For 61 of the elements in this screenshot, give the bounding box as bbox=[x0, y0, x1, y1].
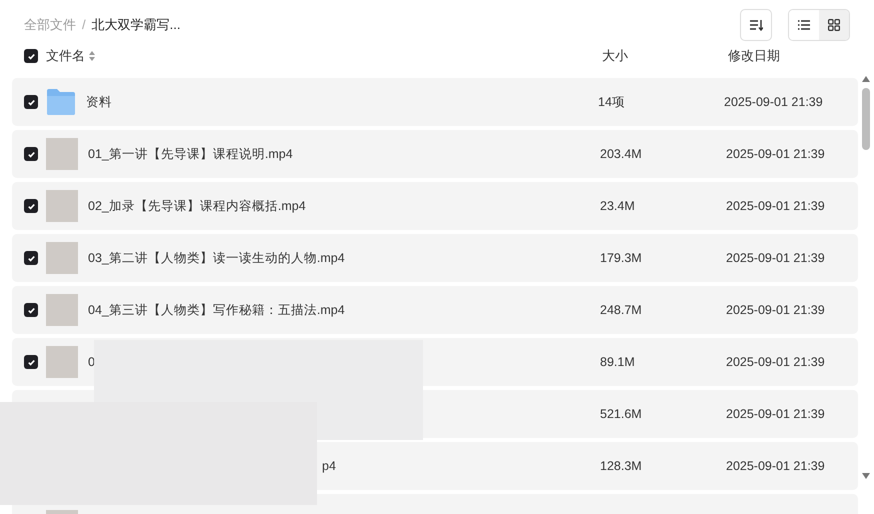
file-row[interactable]: 02_加录【先导课】课程内容概括.mp4 23.4M 2025-09-01 21:39 bbox=[12, 182, 858, 230]
modified-date: 2025-09-01 21:39 bbox=[726, 354, 825, 371]
photo-placeholder bbox=[46, 138, 78, 170]
check-icon bbox=[26, 98, 36, 106]
checkbox[interactable] bbox=[24, 95, 38, 109]
grid-icon bbox=[828, 19, 840, 31]
check-icon bbox=[26, 358, 36, 366]
photo-placeholder bbox=[46, 242, 78, 274]
list-icon bbox=[798, 20, 810, 30]
file-name: 04_第三讲【人物类】写作秘籍：五描法.mp4 bbox=[88, 302, 345, 317]
checkbox[interactable] bbox=[24, 199, 38, 213]
check-icon bbox=[26, 52, 36, 60]
file-name: 02_加录【先导课】课程内容概括.mp4 bbox=[88, 198, 306, 213]
check-icon bbox=[26, 306, 36, 314]
column-header[interactable]: 文件名 bbox=[46, 46, 85, 66]
sort-icon bbox=[89, 51, 95, 61]
sort-button[interactable] bbox=[740, 9, 772, 41]
file-size: 203.4M bbox=[600, 146, 642, 161]
file-name: p4 bbox=[322, 458, 336, 473]
file-size: 179.3M bbox=[600, 250, 642, 265]
sort-icon bbox=[749, 19, 763, 31]
modified-date: 2025-09-01 21:39 bbox=[724, 94, 823, 111]
modified-date: 2025-09-01 21:39 bbox=[726, 302, 825, 319]
modified-date: 2025-09-01 21:39 bbox=[726, 146, 825, 163]
breadcrumb-separator: / bbox=[82, 16, 86, 34]
scroll-up-icon[interactable] bbox=[862, 76, 870, 82]
file-size: 128.3M bbox=[600, 458, 642, 473]
file-size: 248.7M bbox=[600, 302, 642, 317]
file-row[interactable]: 01_第一讲【先导课】课程说明.mp4 203.4M 2025-09-01 21:39 bbox=[12, 130, 858, 178]
scroll-down-icon[interactable] bbox=[862, 473, 870, 479]
breadcrumb-link[interactable]: 北大双学霸写... bbox=[92, 15, 180, 35]
file-row[interactable]: 03_第二讲【人物类】读一读生动的人物.mp4 179.3M 2025-09-01 21:39 bbox=[12, 234, 858, 282]
folder-icon bbox=[46, 88, 76, 116]
photo-placeholder bbox=[46, 346, 78, 378]
file-row[interactable]: 资料 14项 2025-09-01 21:39 bbox=[12, 78, 858, 126]
check-icon bbox=[26, 150, 36, 158]
checkbox[interactable] bbox=[24, 147, 38, 161]
column-header[interactable]: 修改日期 bbox=[728, 46, 780, 66]
file-name: 01_第一讲【先导课】课程说明.mp4 bbox=[88, 146, 293, 161]
photo-placeholder bbox=[46, 190, 78, 222]
checkbox[interactable] bbox=[24, 251, 38, 265]
checkbox[interactable] bbox=[24, 49, 38, 63]
photo-placeholder bbox=[46, 294, 78, 326]
column-header[interactable]: 大小 bbox=[602, 46, 728, 66]
modified-date: 2025-09-01 21:39 bbox=[726, 198, 825, 215]
modified-date: 2025-09-01 21:39 bbox=[726, 406, 825, 423]
modified-date: 2025-09-01 21:39 bbox=[726, 250, 825, 267]
file-size: 14项 bbox=[598, 94, 625, 109]
file-name: 资料 bbox=[86, 94, 112, 109]
file-size: 23.4M bbox=[600, 198, 635, 213]
file-size: 521.6M bbox=[600, 406, 642, 421]
checkbox[interactable] bbox=[24, 355, 38, 369]
checkbox[interactable] bbox=[24, 303, 38, 317]
check-icon bbox=[26, 202, 36, 210]
file-size: 89.1M bbox=[600, 354, 635, 369]
scrollbar-thumb[interactable] bbox=[862, 88, 870, 150]
file-row[interactable]: 04_第三讲【人物类】写作秘籍：五描法.mp4 248.7M 2025-09-01 21:39 bbox=[12, 286, 858, 334]
check-icon bbox=[26, 254, 36, 262]
modified-date: 2025-09-01 21:39 bbox=[726, 458, 825, 475]
file-name: 03_第二讲【人物类】读一读生动的人物.mp4 bbox=[88, 250, 345, 265]
grid-view-button[interactable] bbox=[819, 10, 849, 40]
